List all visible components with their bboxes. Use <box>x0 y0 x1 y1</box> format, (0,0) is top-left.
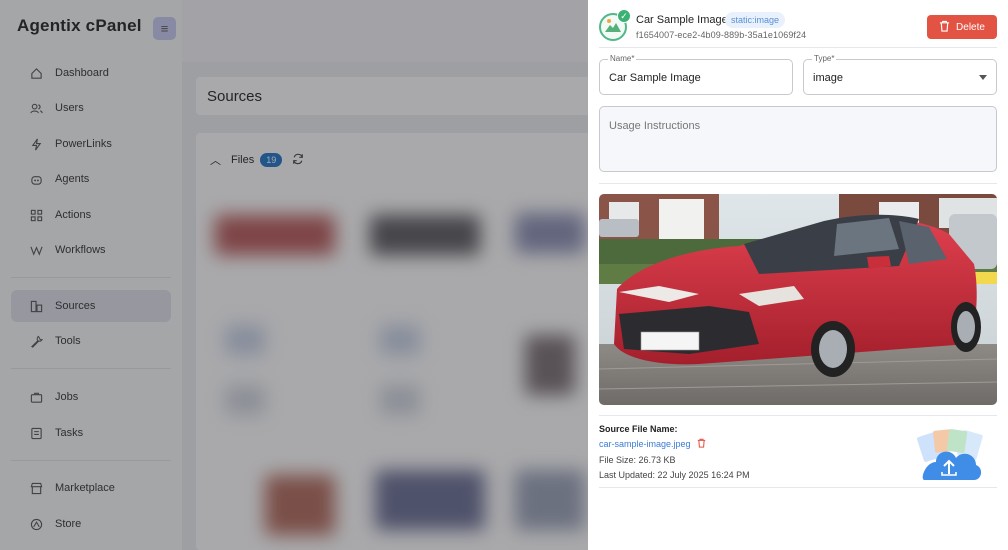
delete-label: Delete <box>956 21 985 33</box>
upload-icon[interactable] <box>914 428 986 482</box>
source-file-row: car-sample-image.jpeg <box>599 438 706 450</box>
divider <box>599 487 997 488</box>
type-select[interactable]: Type* image <box>803 54 997 95</box>
type-select-value: image <box>813 72 843 84</box>
file-size: File Size: 26.73 KB <box>599 455 676 465</box>
modal-backdrop[interactable] <box>0 0 588 550</box>
name-field[interactable]: Name* Car Sample Image <box>599 54 793 95</box>
delete-button[interactable]: Delete <box>927 15 997 39</box>
delete-file-icon[interactable] <box>697 438 706 450</box>
usage-instructions-placeholder: Usage Instructions <box>609 120 701 132</box>
caret-down-icon[interactable] <box>979 75 987 80</box>
name-field-value[interactable]: Car Sample Image <box>609 72 701 84</box>
last-updated: Last Updated: 22 July 2025 16:24 PM <box>599 470 750 480</box>
type-tag: static:image <box>725 12 786 28</box>
type-select-label: Type* <box>812 54 837 63</box>
drawer-title: Car Sample Image <box>636 14 728 26</box>
source-file-link[interactable]: car-sample-image.jpeg <box>599 439 691 449</box>
image-preview <box>599 194 997 405</box>
trash-icon <box>939 20 950 35</box>
usage-instructions-field[interactable]: Usage Instructions <box>599 106 997 172</box>
divider <box>599 415 997 416</box>
source-file-heading: Source File Name: <box>599 424 678 434</box>
name-field-label: Name* <box>608 54 637 63</box>
divider <box>599 183 997 184</box>
source-id: f1654007-ece2-4b09-889b-35a1e1069f24 <box>636 30 807 40</box>
source-detail-drawer: ✓ Car Sample Image static:image f1654007… <box>588 0 1008 550</box>
check-icon: ✓ <box>617 9 631 23</box>
divider <box>599 47 997 48</box>
